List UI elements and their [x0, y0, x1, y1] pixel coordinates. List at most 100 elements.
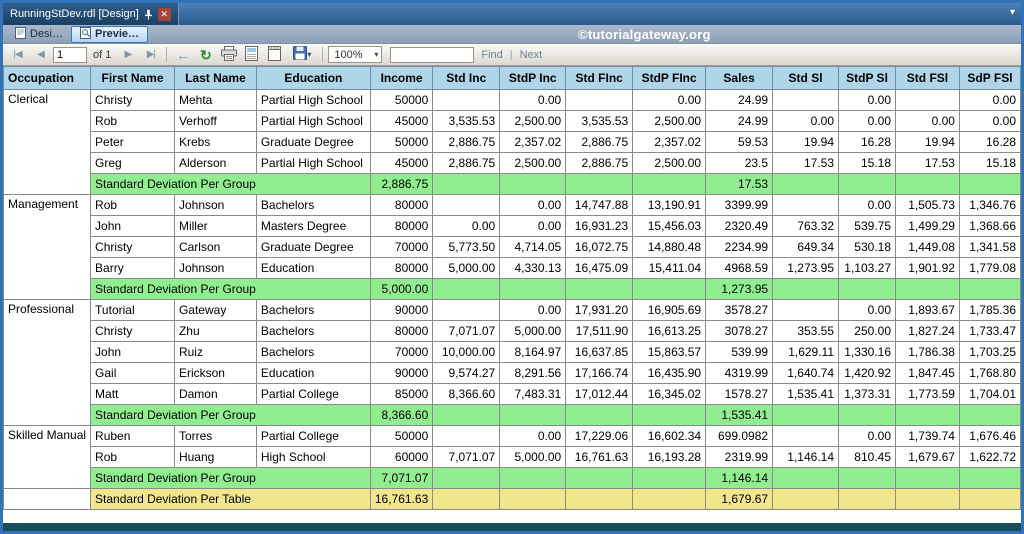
cell: Partial College [256, 384, 370, 405]
empty-cell [896, 174, 960, 195]
find-button[interactable]: Find [481, 49, 502, 61]
data-row: RobVerhoffPartial High School450003,535.… [4, 111, 1021, 132]
group-total-row: Standard Deviation Per Group5,000.001,27… [4, 279, 1021, 300]
cell: 1,420.92 [839, 363, 896, 384]
total-label: Standard Deviation Per Group [91, 405, 371, 426]
tab-preview-label: Previe… [95, 28, 139, 40]
cell: Greg [91, 153, 175, 174]
cell: Bachelors [256, 321, 370, 342]
back-to-parent-button[interactable]: ← [172, 45, 193, 64]
cell: 1,768.80 [959, 363, 1020, 384]
next-page-button[interactable]: ▶ [117, 45, 138, 64]
report-area: OccupationFirst NameLast NameEducationIn… [3, 66, 1021, 523]
total-sales-value: 1,535.41 [706, 405, 773, 426]
data-row: ChristyCarlsonGraduate Degree700005,773.… [4, 237, 1021, 258]
cell: 1,733.47 [959, 321, 1020, 342]
cell: 1,676.46 [959, 426, 1020, 447]
empty-cell [839, 489, 896, 510]
empty-cell [433, 405, 500, 426]
cell: 10,000.00 [433, 342, 500, 363]
find-input[interactable] [390, 47, 474, 63]
cell: 1,273.95 [773, 258, 839, 279]
titlebar: RunningStDev.rdl [Design] ✕ ▾ [3, 3, 1021, 25]
empty-cell [773, 405, 839, 426]
cell: 50000 [370, 132, 432, 153]
empty-cell [839, 405, 896, 426]
cell: 1,893.67 [896, 300, 960, 321]
cell: 0.00 [773, 111, 839, 132]
close-icon[interactable]: ✕ [158, 8, 171, 21]
first-page-button[interactable]: |◀ [7, 45, 28, 64]
cell: 90000 [370, 300, 432, 321]
cell: 16,637.85 [566, 342, 633, 363]
cell: 1,847.45 [896, 363, 960, 384]
cell: 539.99 [706, 342, 773, 363]
cell: 16,602.34 [633, 426, 706, 447]
empty-cell [959, 489, 1020, 510]
cell: 16.28 [959, 132, 1020, 153]
data-row: GailEricksonEducation900009,574.278,291.… [4, 363, 1021, 384]
cell: 15,456.03 [633, 216, 706, 237]
empty-cell [773, 279, 839, 300]
prev-page-button[interactable]: ◀ [30, 45, 51, 64]
cell: High School [256, 447, 370, 468]
cell: 5,773.50 [433, 237, 500, 258]
cell: 80000 [370, 216, 432, 237]
cell: 1,146.14 [773, 447, 839, 468]
total-income-value: 5,000.00 [370, 279, 432, 300]
empty-cell [500, 174, 566, 195]
cell: 17,229.06 [566, 426, 633, 447]
cell: 3,535.53 [433, 111, 500, 132]
refresh-button[interactable]: ↻ [195, 45, 216, 64]
tab-design[interactable]: Desi… [7, 26, 71, 43]
page-setup-button[interactable] [264, 45, 285, 64]
tab-strip: Desi… Previe… ©tutorialgateway.org [3, 25, 1021, 44]
cell: Ruiz [174, 342, 256, 363]
empty-cell [500, 489, 566, 510]
cell: 0.00 [839, 195, 896, 216]
preview-toolbar: |◀ ◀ of 1 ▶ ▶| ← ↻ ▾ 100% ▾ Find | Next [3, 44, 1021, 66]
cell [433, 195, 500, 216]
cell: Zhu [174, 321, 256, 342]
cell: 1,786.38 [896, 342, 960, 363]
print-button[interactable] [218, 45, 239, 64]
column-header: StdP Inc [500, 67, 566, 90]
cell: 810.45 [839, 447, 896, 468]
cell: Rob [91, 447, 175, 468]
empty-cell [433, 468, 500, 489]
cell: 2,357.02 [500, 132, 566, 153]
cell: Verhoff [174, 111, 256, 132]
cell: 8,291.56 [500, 363, 566, 384]
cell: 7,483.31 [500, 384, 566, 405]
chevron-down-icon[interactable]: ▾ [1010, 7, 1015, 18]
cell: 59.53 [706, 132, 773, 153]
app-window: RunningStDev.rdl [Design] ✕ ▾ Desi… Prev… [0, 0, 1024, 534]
next-page-icon: ▶ [125, 49, 132, 60]
pin-icon[interactable] [144, 9, 153, 20]
cell: Alderson [174, 153, 256, 174]
tab-preview[interactable]: Previe… [71, 26, 148, 43]
last-page-button[interactable]: ▶| [140, 45, 161, 64]
empty-cell [896, 468, 960, 489]
preview-icon [80, 27, 91, 42]
page-number-input[interactable] [53, 47, 87, 63]
print-layout-button[interactable] [241, 45, 262, 64]
cell: Education [256, 258, 370, 279]
cell: Ruben [91, 426, 175, 447]
cell: Masters Degree [256, 216, 370, 237]
cell: Christy [91, 237, 175, 258]
empty-cell [959, 468, 1020, 489]
total-sales-value: 1,679.67 [706, 489, 773, 510]
export-button[interactable]: ▾ [287, 45, 317, 64]
cell: Torres [174, 426, 256, 447]
cell: 4,714.05 [500, 237, 566, 258]
document-tab[interactable]: RunningStDev.rdl [Design] ✕ [3, 3, 179, 25]
data-row: BarryJohnsonEducation800005,000.004,330.… [4, 258, 1021, 279]
total-sales-value: 1,273.95 [706, 279, 773, 300]
data-row: MattDamonPartial College850008,366.607,4… [4, 384, 1021, 405]
find-next-button[interactable]: Next [520, 49, 543, 61]
empty-cell [839, 279, 896, 300]
zoom-select[interactable]: 100% ▾ [328, 46, 382, 63]
cell: 1,679.67 [896, 447, 960, 468]
occupation-cell: Skilled Manual [4, 426, 91, 489]
